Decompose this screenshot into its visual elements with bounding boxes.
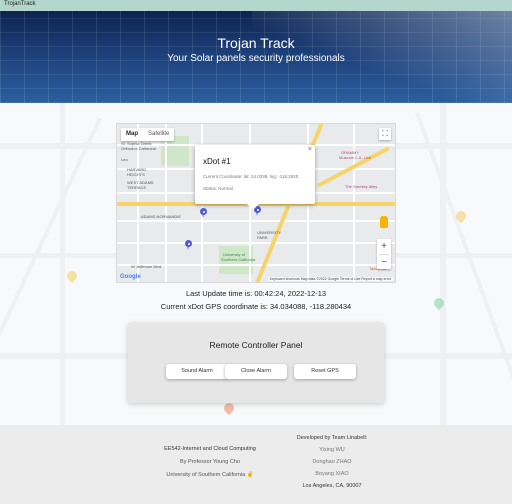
map-label: PARK <box>257 235 268 240</box>
last-update-time: Last Update time is: 00:42:24, 2022-12-1… <box>185 289 327 298</box>
map-marker-icon[interactable] <box>200 208 207 218</box>
footer-member: Donghao ZHAO <box>312 459 352 465</box>
hero-subtitle: Your Solar panels security professionals <box>167 53 345 64</box>
footer-team-title: Developed by Team Linabell: <box>296 435 368 441</box>
map-label: HEIGHTS <box>127 172 145 177</box>
brand-name[interactable]: TrojanTrack <box>4 1 36 7</box>
info-window-coordinate: Current Coordinate: lat: 34.0338, lng: -… <box>203 174 299 179</box>
close-icon[interactable]: × <box>308 146 312 153</box>
hero-title: Trojan Track <box>217 35 295 51</box>
map-attribution[interactable]: Keyboard shortcuts Map data ©2022 Google… <box>267 277 393 281</box>
map-label: Southern California <box>221 257 256 262</box>
close-alarm-button[interactable]: Close Alarm <box>225 364 287 379</box>
footer-member: Yixing WU <box>319 447 345 453</box>
panel-title: Remote Controller Panel <box>209 340 303 350</box>
zoom-control: + − <box>377 239 391 269</box>
google-map[interactable]: St. Sophia Greek Orthodox Cathedral Leo … <box>116 123 396 283</box>
footer-member: Boyang XIAO <box>315 471 349 477</box>
map-label: Orthodox Cathedral <box>121 146 156 151</box>
street-view-pegman-icon[interactable] <box>380 216 388 228</box>
map-marker-icon[interactable] <box>185 240 192 250</box>
footer: EE542-Internet and Cloud Computing By Pr… <box>0 425 512 504</box>
map-type-map-button[interactable]: Map <box>121 128 143 141</box>
hero-banner: Trojan Track Your Solar panels security … <box>0 11 512 103</box>
map-label: Museum L.A. Live <box>339 155 372 160</box>
zoom-out-button[interactable]: − <box>377 255 391 270</box>
map-label: The Sarmiey Alley <box>345 184 378 189</box>
current-gps-coordinate: Current xDot GPS coordinate is: 34.03408… <box>160 302 352 311</box>
top-bar: TrojanTrack <box>0 0 512 11</box>
map-label: W Jefferson Blvd <box>131 264 162 269</box>
map-label: Leo <box>121 157 128 162</box>
decor-pin-icon <box>64 268 80 284</box>
google-logo: Google <box>120 274 141 280</box>
map-type-control: Map Satellite <box>121 128 175 141</box>
fullscreen-icon[interactable]: ⛶ <box>379 128 391 140</box>
map-type-satellite-button[interactable]: Satellite <box>143 128 174 141</box>
remote-controller-panel: Remote Controller Panel Sound Alarm Clos… <box>128 323 384 403</box>
decor-pin-icon <box>221 400 237 416</box>
footer-address: Los Angeles, CA, 90007 <box>302 483 362 489</box>
marker-info-window: × xDot #1 Current Coordinate: lat: 34.03… <box>195 145 315 210</box>
zoom-in-button[interactable]: + <box>377 239 391 254</box>
map-label: ADAMS-NORMANDIE <box>141 214 182 219</box>
reset-gps-button[interactable]: Reset GPS <box>294 364 356 379</box>
info-window-title: xDot #1 <box>203 157 231 166</box>
map-label: TERRACE <box>127 185 147 190</box>
info-window-status: Status: Normal <box>203 186 233 191</box>
sound-alarm-button[interactable]: Sound Alarm <box>166 364 228 379</box>
